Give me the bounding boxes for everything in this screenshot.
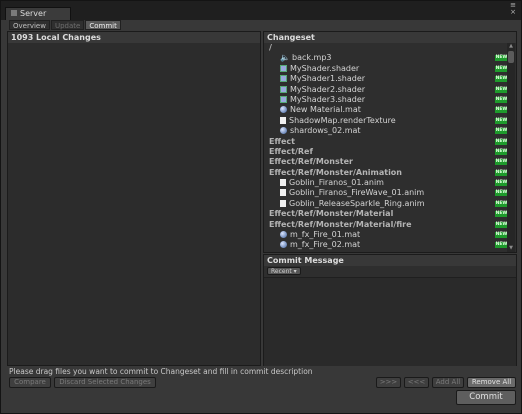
remove-all-button[interactable]: Remove All	[467, 377, 516, 388]
discard-selected-changes-button[interactable]: Discard Selected Changes	[54, 377, 156, 388]
changeset-scrollbar[interactable]: ▲ ▼	[507, 43, 515, 252]
close-icon[interactable]: ×	[510, 9, 516, 16]
material-icon	[280, 251, 287, 252]
changeset-file-row[interactable]: MyShader.shader NEW	[264, 64, 508, 74]
changeset-row-label: m_fx_Fire_04.mat	[290, 251, 360, 252]
changeset-file-row[interactable]: shardows_02.mat NEW	[264, 126, 508, 136]
changeset-row-label: Goblin_Firanos_01.anim	[289, 178, 384, 188]
subtab-bar: Overview Update Commit	[9, 20, 122, 30]
commit-message-panel: Commit Message Recent ▾	[263, 254, 517, 366]
server-window: Server ≡ × Overview Update Commit 1093 L…	[0, 0, 522, 414]
move-all-right-button[interactable]: >>>	[376, 377, 401, 388]
render-texture-icon	[280, 116, 286, 124]
changeset-row-label: MyShader.shader	[290, 63, 360, 73]
changeset-row-label: Effect/Ref/Monster/Material/fire	[269, 219, 412, 229]
move-all-left-button[interactable]: <<<	[404, 377, 429, 388]
changeset-row-label: m_fx_Fire_01.mat	[290, 230, 361, 240]
changeset-row-label: Effect/Ref	[269, 146, 313, 156]
window-tab[interactable]: Server	[5, 7, 71, 20]
window-tab-icon	[11, 10, 17, 16]
changeset-list[interactable]: / 🔈 back.mp3 NEW MyShader.shader NEW MyShader1…	[264, 43, 508, 252]
changeset-file-row[interactable]: m_fx_Fire_04.matNEW	[264, 251, 508, 252]
changeset-file-row[interactable]: Goblin_ReleaseSparkle_Ring.anim NEW	[264, 199, 508, 209]
status-text: Please drag files you want to commit to …	[9, 367, 313, 376]
shader-icon	[280, 95, 287, 103]
changeset-panel: Changeset / 🔈 back.mp3 NEW MyShader.shader NE…	[263, 31, 517, 253]
changeset-row-label: Effect	[269, 136, 295, 146]
recent-dropdown[interactable]: Recent ▾	[267, 267, 301, 275]
shader-icon	[280, 75, 287, 83]
tab-overview[interactable]: Overview	[9, 20, 50, 30]
title-bar: Server ≡ ×	[1, 1, 521, 20]
changeset-folder-row[interactable]: /	[264, 43, 508, 53]
commit-message-textarea[interactable]	[264, 277, 516, 366]
changeset-file-row[interactable]: MyShader1.shader NEW	[264, 74, 508, 84]
local-changes-panel[interactable]: 1093 Local Changes	[7, 31, 261, 366]
compare-button[interactable]: Compare	[9, 377, 51, 388]
changeset-header: Changeset	[264, 32, 516, 43]
changeset-row-label: Effect/Ref/Monster	[269, 157, 353, 167]
changeset-file-row[interactable]: Goblin_Firanos_FireWave_01.anim NEW	[264, 188, 508, 198]
changeset-row-label: shardows_02.mat	[290, 126, 361, 136]
changeset-file-row[interactable]: m_fx_Fire_01.mat NEW	[264, 230, 508, 240]
commit-button[interactable]: Commit	[456, 390, 516, 405]
changeset-row-label: Goblin_Firanos_FireWave_01.anim	[289, 188, 425, 198]
anim-icon	[280, 199, 286, 207]
tab-commit[interactable]: Commit	[85, 20, 121, 30]
changeset-row-label: New Material.mat	[290, 105, 361, 115]
changeset-row-label: Effect/Ref/Monster/Material	[269, 209, 394, 219]
changeset-row-label: MyShader1.shader	[290, 74, 366, 84]
shader-icon	[280, 85, 287, 93]
changeset-row-label: m_fx_Fire_02.mat	[290, 240, 361, 250]
sound-icon: 🔈	[280, 53, 290, 63]
changeset-folder-row[interactable]: Effect/Ref/Monster/Material NEW	[264, 209, 508, 219]
changeset-row-label: back.mp3	[292, 53, 332, 63]
changeset-file-row[interactable]: Goblin_Firanos_01.anim NEW	[264, 178, 508, 188]
scroll-up-arrow-icon[interactable]: ▲	[507, 43, 515, 50]
changeset-row-label: /	[269, 43, 272, 52]
changeset-folder-row[interactable]: Effect NEW	[264, 137, 508, 147]
changeset-file-row[interactable]: m_fx_Fire_02.mat NEW	[264, 240, 508, 250]
changeset-folder-row[interactable]: Effect/Ref NEW	[264, 147, 508, 157]
material-icon	[280, 231, 287, 239]
changeset-row-label: MyShader2.shader	[290, 84, 366, 94]
shader-icon	[280, 64, 287, 72]
anim-icon	[280, 179, 286, 187]
window-controls: ≡ ×	[510, 2, 516, 16]
changeset-file-row[interactable]: New Material.mat NEW	[264, 105, 508, 115]
material-icon	[280, 241, 287, 249]
window-tab-label: Server	[20, 9, 47, 18]
changeset-folder-row[interactable]: Effect/Ref/Monster NEW	[264, 157, 508, 167]
changeset-row-label: Goblin_ReleaseSparkle_Ring.anim	[289, 198, 425, 208]
scroll-down-arrow-icon[interactable]: ▼	[507, 245, 515, 252]
changeset-row-label: Effect/Ref/Monster/Animation	[269, 167, 402, 177]
material-icon	[280, 127, 287, 135]
material-icon	[280, 106, 287, 114]
add-all-button[interactable]: Add All	[432, 377, 464, 388]
tab-update[interactable]: Update	[50, 20, 85, 30]
changeset-file-row[interactable]: MyShader3.shader NEW	[264, 95, 508, 105]
local-changes-header: 1093 Local Changes	[8, 32, 260, 43]
changeset-file-row[interactable]: 🔈 back.mp3 NEW	[264, 53, 508, 63]
changeset-folder-row[interactable]: Effect/Ref/Monster/Animation NEW	[264, 168, 508, 178]
changeset-file-row[interactable]: ShadowMap.renderTexture NEW	[264, 116, 508, 126]
changeset-row-label: MyShader3.shader	[290, 94, 366, 104]
anim-icon	[280, 189, 286, 197]
changeset-folder-row[interactable]: Effect/Ref/Monster/Material/fire NEW	[264, 220, 508, 230]
scroll-thumb[interactable]	[508, 51, 514, 63]
changeset-file-row[interactable]: MyShader2.shader NEW	[264, 85, 508, 95]
commit-message-header: Commit Message	[264, 255, 516, 266]
changeset-row-label: ShadowMap.renderTexture	[289, 115, 396, 125]
